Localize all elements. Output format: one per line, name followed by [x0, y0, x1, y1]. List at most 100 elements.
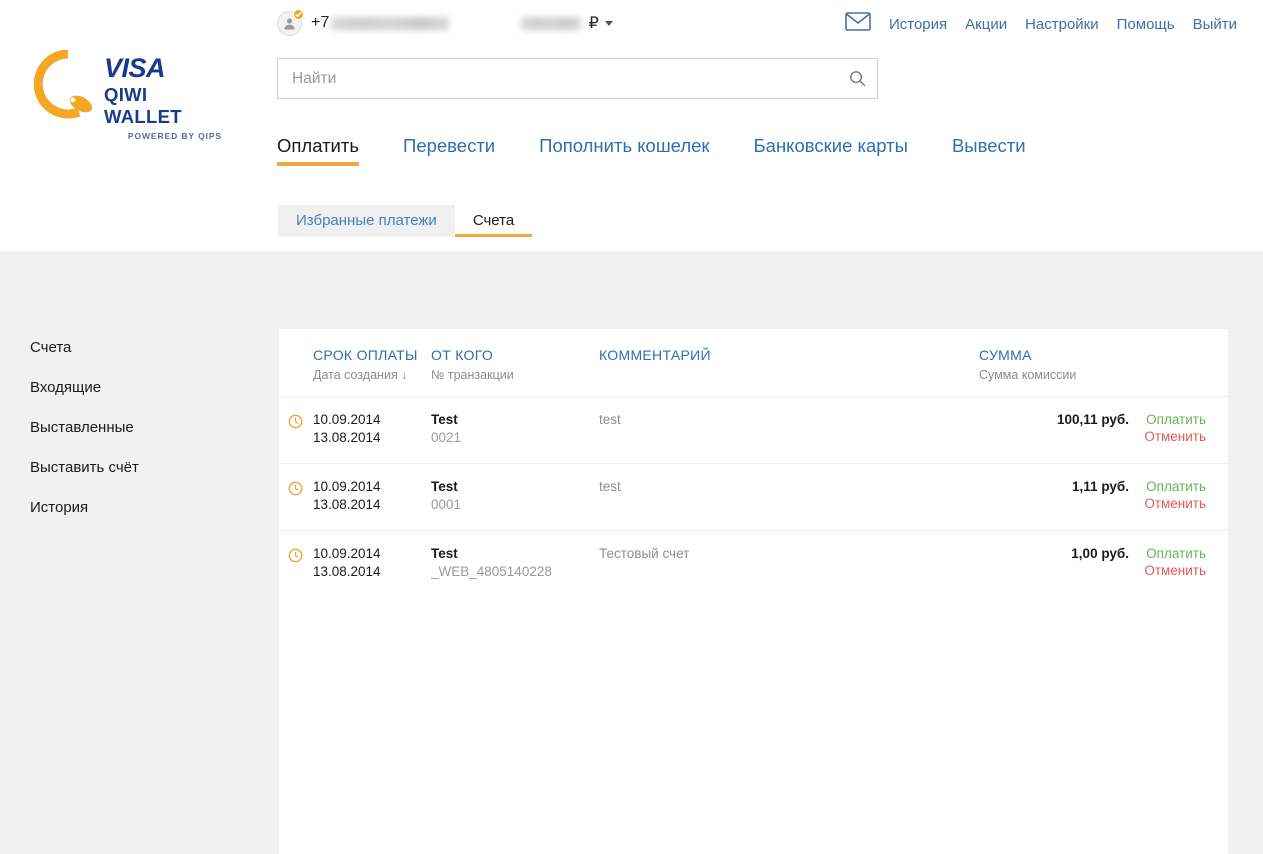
cell-comment: Тестовый счет: [599, 531, 979, 598]
phone-prefix: +7: [311, 14, 330, 31]
envelope-icon[interactable]: [845, 12, 871, 36]
cell-comment: test: [599, 396, 979, 464]
topnav-link-logout[interactable]: Выйти: [1193, 16, 1237, 33]
created-date: 13.08.2014: [313, 497, 381, 512]
pending-clock-icon: [288, 414, 303, 434]
topnav-link-promotions[interactable]: Акции: [965, 16, 1007, 33]
cell-from: Test 0001: [431, 463, 599, 531]
logo-wallet-text: QIWI WALLET: [104, 84, 182, 127]
column-header-sum[interactable]: СУММА Сумма комиссии: [979, 329, 1129, 397]
cell-sum: 1,11 руб.: [979, 463, 1129, 531]
sub-tabs: Избранные платежи Счета: [278, 205, 533, 237]
column-title-from: ОТ КОГО: [431, 347, 494, 363]
column-title-comment: КОММЕНТАРИЙ: [599, 347, 711, 363]
phone-number-redacted: [330, 16, 449, 30]
cell-dates: 10.09.2014 13.08.2014: [279, 463, 431, 531]
from-name: Test: [431, 479, 458, 494]
tab-topup[interactable]: Пополнить кошелек: [539, 135, 709, 177]
cell-comment: test: [599, 463, 979, 531]
tab-bank-cards[interactable]: Банковские карты: [754, 135, 908, 177]
page-header: VISA QIWI WALLET POWERED BY QIPS +7 ₽ Ис…: [0, 0, 1263, 251]
comment-text: test: [599, 412, 621, 427]
search-input[interactable]: [278, 69, 837, 88]
pay-button[interactable]: Оплатить: [1129, 545, 1206, 562]
column-subtitle-txn: № транзакции: [431, 368, 514, 382]
tab-withdraw[interactable]: Вывести: [952, 135, 1026, 177]
column-subtitle-created-date: Дата создания ↓: [313, 368, 408, 382]
sidebar-item-invoices[interactable]: Счета: [30, 339, 240, 379]
account-summary[interactable]: +7 ₽: [277, 8, 613, 36]
due-date: 10.09.2014: [313, 412, 381, 427]
qiwi-wallet-logo[interactable]: VISA QIWI WALLET POWERED BY QIPS: [32, 48, 222, 141]
table-row[interactable]: 10.09.2014 13.08.2014 Test 0001 test 1,1…: [279, 463, 1234, 531]
tab-transfer[interactable]: Перевести: [403, 135, 495, 177]
due-date: 10.09.2014: [313, 546, 381, 561]
sidebar: Счета Входящие Выставленные Выставить сч…: [30, 339, 240, 539]
sidebar-item-incoming[interactable]: Входящие: [30, 379, 240, 419]
column-header-comment[interactable]: КОММЕНТАРИЙ: [599, 329, 979, 397]
search-bar[interactable]: [277, 58, 878, 99]
cell-sum: 100,11 руб.: [979, 396, 1129, 464]
sidebar-item-create-invoice[interactable]: Выставить счёт: [30, 459, 240, 499]
cell-sum: 1,00 руб.: [979, 531, 1129, 598]
comment-text: test: [599, 479, 621, 494]
from-name: Test: [431, 412, 458, 427]
logo-powered-text: POWERED BY QIPS: [127, 131, 222, 141]
search-icon[interactable]: [837, 59, 877, 98]
column-header-due-date[interactable]: СРОК ОПЛАТЫ Дата создания ↓: [279, 329, 431, 397]
table-header-row: СРОК ОПЛАТЫ Дата создания ↓ ОТ КОГО № тр…: [279, 329, 1234, 397]
cancel-button[interactable]: Отменить: [1129, 495, 1206, 512]
topnav-link-settings[interactable]: Настройки: [1025, 16, 1099, 33]
transaction-number: 0001: [431, 497, 462, 512]
logo-visa-text: VISA: [104, 53, 166, 83]
subtab-favorite-payments[interactable]: Избранные платежи: [278, 205, 455, 237]
sidebar-item-issued[interactable]: Выставленные: [30, 419, 240, 459]
pending-clock-icon: [288, 548, 303, 568]
cancel-button[interactable]: Отменить: [1129, 428, 1206, 445]
main-tabs: Оплатить Перевести Пополнить кошелек Бан…: [277, 135, 1026, 177]
page-content: Счета Входящие Выставленные Выставить сч…: [0, 251, 1263, 854]
topnav-link-help[interactable]: Помощь: [1117, 16, 1175, 33]
user-avatar-icon[interactable]: [277, 8, 304, 36]
comment-text: Тестовый счет: [599, 546, 690, 561]
cell-from: Test 0021: [431, 396, 599, 464]
top-navigation: История Акции Настройки Помощь Выйти: [845, 12, 1237, 36]
cell-dates: 10.09.2014 13.08.2014: [279, 396, 431, 464]
column-subtitle-fee: Сумма комиссии: [979, 368, 1077, 382]
column-title-sum: СУММА: [979, 347, 1032, 363]
sidebar-item-history[interactable]: История: [30, 499, 240, 539]
currency-symbol: ₽: [588, 15, 599, 32]
sum-amount: 100,11 руб.: [1057, 412, 1129, 427]
table-row[interactable]: 10.09.2014 13.08.2014 Test _WEB_48051402…: [279, 531, 1234, 598]
transaction-number: 0021: [431, 430, 462, 445]
sum-amount: 1,00 руб.: [1071, 546, 1129, 561]
column-title-due-date: СРОК ОПЛАТЫ: [313, 347, 418, 363]
cell-actions: Оплатить Отменить: [1129, 531, 1234, 598]
created-date: 13.08.2014: [313, 564, 381, 579]
created-date: 13.08.2014: [313, 430, 381, 445]
from-name: Test: [431, 546, 458, 561]
pay-button[interactable]: Оплатить: [1129, 478, 1206, 495]
invoices-table: СРОК ОПЛАТЫ Дата создания ↓ ОТ КОГО № тр…: [279, 329, 1234, 597]
tab-pay[interactable]: Оплатить: [277, 135, 360, 177]
column-header-from[interactable]: ОТ КОГО № транзакции: [431, 329, 599, 397]
pending-clock-icon: [288, 481, 303, 501]
subtab-invoices[interactable]: Счета: [454, 205, 533, 237]
sum-amount: 1,11 руб.: [1072, 479, 1129, 494]
qiwi-q-logo-icon: [32, 49, 104, 122]
cell-actions: Оплатить Отменить: [1129, 463, 1234, 531]
cell-actions: Оплатить Отменить: [1129, 396, 1234, 464]
cell-from: Test _WEB_4805140228: [431, 531, 599, 598]
balance-redacted: [520, 16, 581, 30]
transaction-number: _WEB_4805140228: [431, 564, 552, 579]
cell-dates: 10.09.2014 13.08.2014: [279, 531, 431, 598]
chevron-down-icon[interactable]: [604, 20, 613, 26]
cancel-button[interactable]: Отменить: [1129, 562, 1206, 579]
column-header-actions: [1129, 329, 1234, 397]
table-row[interactable]: 10.09.2014 13.08.2014 Test 0021 test 100…: [279, 396, 1234, 464]
topnav-link-history[interactable]: История: [889, 16, 947, 33]
due-date: 10.09.2014: [313, 479, 381, 494]
pay-button[interactable]: Оплатить: [1129, 411, 1206, 428]
invoices-card: СРОК ОПЛАТЫ Дата создания ↓ ОТ КОГО № тр…: [279, 329, 1234, 854]
verified-check-icon: [293, 8, 304, 20]
